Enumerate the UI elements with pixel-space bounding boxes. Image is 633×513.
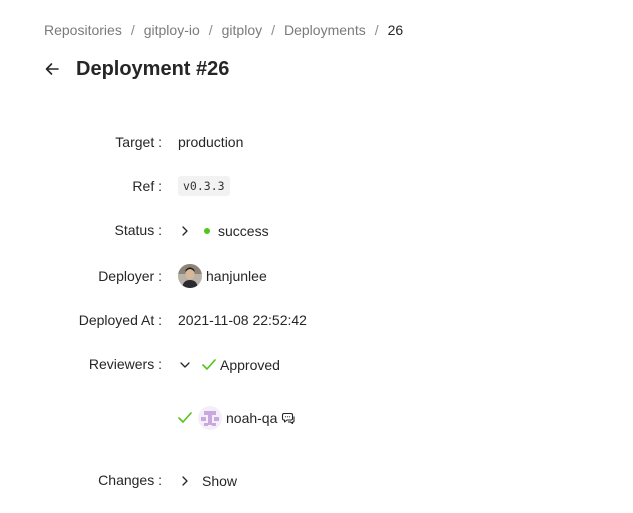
status-dot-icon: [204, 228, 210, 234]
status-expand-icon[interactable]: [178, 226, 192, 236]
breadcrumb-repositories[interactable]: Repositories: [44, 22, 122, 38]
breadcrumb-deployments[interactable]: Deployments: [284, 22, 366, 38]
approved-check-icon: [202, 359, 216, 371]
deployed-at-value: 2021-11-08 22:52:42: [178, 312, 307, 328]
reviewer-item: noah-qa: [178, 406, 296, 430]
status-text: success: [218, 223, 269, 239]
deployed-at-label: Deployed At :: [78, 312, 162, 328]
breadcrumb-current: 26: [387, 22, 404, 38]
comment-icon[interactable]: [281, 411, 296, 425]
ref-tag: v0.3.3: [178, 176, 230, 196]
page-header: Deployment #26: [40, 57, 229, 81]
reviewer-name[interactable]: noah-qa: [226, 410, 277, 426]
changes-show-link[interactable]: Show: [202, 473, 237, 489]
status-value: success: [178, 223, 269, 239]
ref-value: v0.3.3: [178, 176, 230, 196]
reviewer-avatar: [198, 406, 222, 430]
back-arrow-icon[interactable]: [40, 57, 64, 81]
reviewers-summary: Approved: [178, 357, 280, 373]
breadcrumb-separator: /: [208, 22, 213, 38]
deployer-value: hanjunlee: [178, 264, 267, 288]
breadcrumb-separator: /: [374, 22, 379, 38]
breadcrumb: Repositories / gitploy-io / gitploy / De…: [44, 22, 403, 38]
deployer-avatar: [178, 264, 202, 288]
changes-expand-icon[interactable]: [178, 476, 192, 486]
deployer-label: Deployer :: [98, 268, 162, 284]
target-value: production: [178, 134, 244, 150]
changes-label: Changes :: [98, 472, 162, 488]
reviewers-collapse-icon[interactable]: [178, 360, 192, 370]
reviewers-label: Reviewers :: [88, 356, 162, 372]
target-label: Target :: [115, 134, 162, 150]
reviewers-summary-text: Approved: [220, 357, 280, 373]
breadcrumb-separator: /: [130, 22, 135, 38]
page-title: Deployment #26: [76, 57, 230, 80]
breadcrumb-namespace[interactable]: gitploy-io: [144, 22, 200, 38]
ref-label: Ref :: [132, 178, 162, 194]
deployer-name[interactable]: hanjunlee: [206, 268, 267, 284]
breadcrumb-separator: /: [271, 22, 275, 38]
reviewer-approved-check-icon: [178, 412, 192, 424]
breadcrumb-repository[interactable]: gitploy: [222, 22, 262, 38]
status-label: Status :: [114, 222, 162, 238]
changes-toggle[interactable]: Show: [178, 473, 237, 489]
